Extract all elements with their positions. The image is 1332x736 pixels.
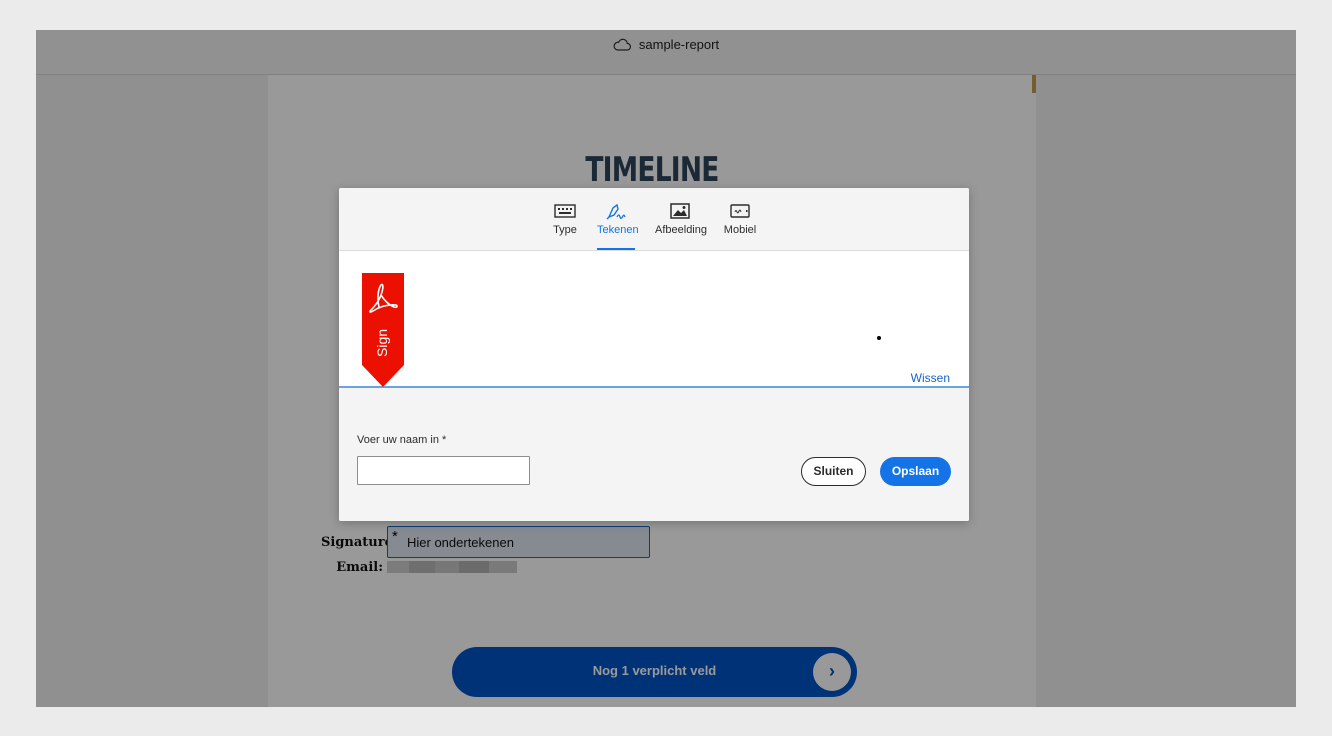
signature-method-tabs: Type Tekenen Afbeelding Mobiel [339, 188, 969, 251]
tab-draw[interactable]: Tekenen [597, 202, 639, 250]
signature-dialog: Type Tekenen Afbeelding Mobiel Sign Wiss… [339, 188, 969, 521]
name-label-text: Voer uw naam in [357, 434, 439, 446]
save-button[interactable]: Opslaan [880, 457, 951, 486]
mobile-icon [730, 204, 750, 218]
required-mark: * [442, 434, 447, 446]
signature-ink-dot [877, 336, 881, 340]
signature-draw-canvas[interactable]: Sign Wissen [339, 251, 969, 388]
name-input[interactable] [357, 456, 530, 485]
tab-mobile-label: Mobiel [723, 224, 757, 236]
image-icon [670, 203, 690, 219]
adobe-sign-ribbon: Sign [362, 273, 404, 387]
tab-image[interactable]: Afbeelding [655, 202, 707, 250]
close-button[interactable]: Sluiten [801, 457, 866, 486]
keyboard-icon [554, 204, 576, 218]
tab-type-label: Type [553, 224, 577, 236]
tab-type[interactable]: Type [552, 202, 578, 250]
tab-draw-label: Tekenen [597, 224, 639, 236]
tab-image-label: Afbeelding [655, 224, 707, 236]
name-field-label: Voer uw naam in * [357, 434, 446, 446]
dialog-footer: Voer uw naam in * Sluiten Opslaan [339, 388, 969, 521]
tab-mobile[interactable]: Mobiel [723, 202, 757, 250]
draw-pen-icon [606, 203, 626, 220]
clear-link[interactable]: Wissen [911, 371, 950, 385]
sign-ribbon-label: Sign [374, 329, 390, 357]
